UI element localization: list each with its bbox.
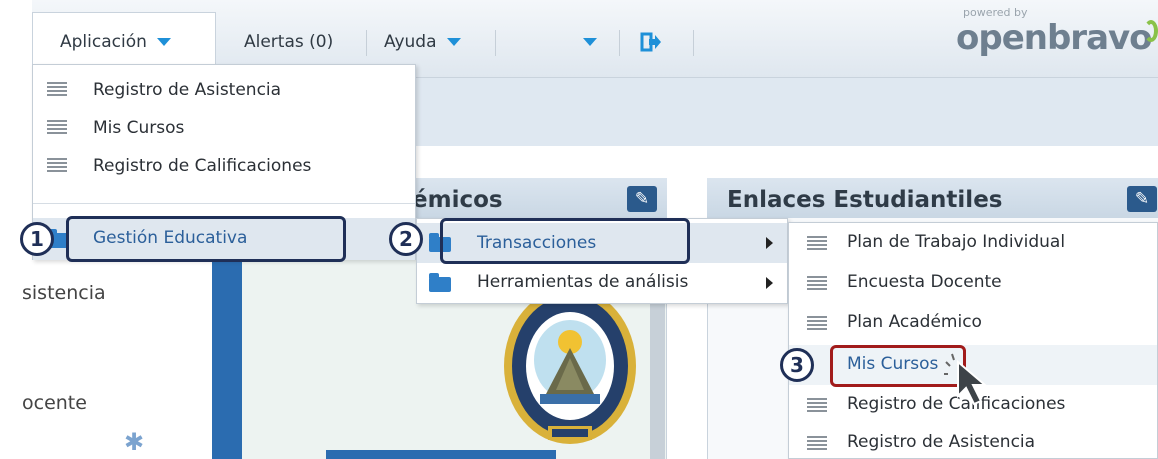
edit-pencil-icon[interactable]: ✎ [627, 186, 657, 212]
favorite-star-icon[interactable]: ✱ [124, 428, 144, 456]
document-icon [47, 120, 67, 135]
step-1-highlight [66, 216, 346, 262]
academic-widget-title: émicos [412, 187, 503, 213]
menu-item-mis-cursos[interactable]: Mis Cursos [33, 109, 415, 147]
menu-item-registro-asistencia[interactable]: Registro de Asistencia [33, 71, 415, 109]
openbravo-logo: openbravo [956, 18, 1153, 58]
help-label: Ayuda [384, 32, 437, 52]
openbravo-logo-mark [1144, 20, 1158, 42]
step-2-highlight [440, 218, 690, 264]
menu-item-label: Mis Cursos [93, 118, 185, 138]
student-links-widget-header: Enlaces Estudiantiles ✎ [707, 178, 1158, 218]
submenu-item-label: Herramientas de análisis [477, 272, 689, 292]
chevron-right-icon [766, 237, 773, 249]
academic-widget-header: émicos ✎ [392, 178, 667, 218]
step-1-badge: 1 [20, 222, 54, 256]
left-panel-item[interactable]: sistencia [22, 282, 106, 304]
separator [366, 30, 367, 56]
alerts-button[interactable]: Alertas (0) [244, 28, 333, 56]
document-icon [807, 398, 827, 413]
separator [619, 30, 620, 56]
submenu-item-label: Plan de Trabajo Individual [847, 232, 1066, 252]
logout-button[interactable] [640, 28, 662, 56]
separator [495, 30, 496, 56]
document-icon [47, 158, 67, 173]
submenu-item-label: Registro de Asistencia [847, 432, 1036, 452]
menu-item-label: Registro de Calificaciones [93, 156, 312, 176]
document-icon [47, 82, 67, 97]
submenu-item-registro-asistencia[interactable]: Registro de Asistencia [789, 423, 1157, 459]
application-menu-button[interactable]: Aplicación [60, 28, 171, 56]
document-icon [807, 316, 827, 331]
submenu-item-plan-trabajo-individual[interactable]: Plan de Trabajo Individual [789, 223, 1157, 263]
chevron-down-icon [583, 38, 597, 46]
application-menu-label: Aplicación [60, 32, 147, 52]
logout-icon [640, 32, 661, 52]
alerts-label: Alertas (0) [244, 32, 334, 52]
submenu-item-plan-academico[interactable]: Plan Académico [789, 303, 1157, 343]
user-menu-button[interactable] [583, 28, 597, 56]
help-menu-button[interactable]: Ayuda [384, 28, 461, 56]
mouse-cursor-icon [944, 353, 988, 406]
student-links-widget-title: Enlaces Estudiantiles [727, 187, 1003, 213]
transacciones-submenu: Plan de Trabajo Individual Encuesta Doce… [788, 222, 1158, 459]
chevron-down-icon [446, 38, 461, 46]
document-icon [807, 276, 827, 291]
submenu-item-label: Plan Académico [847, 312, 982, 332]
submenu-item-herramientas-analisis[interactable]: Herramientas de análisis [417, 265, 787, 301]
step-2-badge: 2 [389, 222, 423, 256]
left-panel-item[interactable]: ocente [22, 392, 87, 414]
folder-icon [429, 273, 451, 292]
separator [693, 30, 694, 56]
widget-bottom-bar [326, 450, 556, 459]
menu-divider [33, 203, 415, 204]
document-icon [807, 236, 827, 251]
chevron-right-icon [766, 277, 773, 289]
university-seal-logo [504, 288, 636, 444]
menu-item-label: Registro de Asistencia [93, 80, 282, 100]
edit-pencil-icon[interactable]: ✎ [1127, 186, 1157, 212]
document-icon [807, 436, 827, 451]
submenu-item-label: Encuesta Docente [847, 272, 1002, 292]
step-3-badge: 3 [780, 348, 814, 382]
chevron-down-icon [156, 38, 171, 46]
submenu-item-encuesta-docente[interactable]: Encuesta Docente [789, 263, 1157, 303]
menu-item-registro-calificaciones[interactable]: Registro de Calificaciones [33, 147, 415, 185]
